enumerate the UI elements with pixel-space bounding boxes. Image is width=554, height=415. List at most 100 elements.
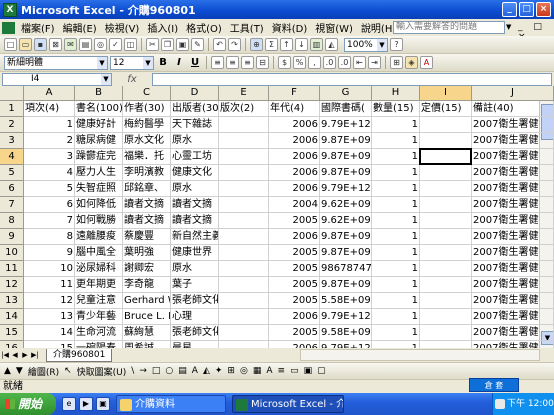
cell-j3[interactable]: 2007衛生署健 [472,133,554,149]
cell-h11[interactable]: 1 [372,261,420,277]
cell-f7[interactable]: 2004 [269,197,320,213]
comma-style-icon[interactable]: , [308,56,321,69]
column-header-h[interactable]: H [372,86,420,101]
cell-a6[interactable]: 5 [24,181,75,197]
help-search-input[interactable]: 輸入需要解答的問題 [393,21,505,34]
cell-c10[interactable]: 葉明強 [123,245,171,261]
worksheet-grid[interactable]: ▲ ▼ ABCDEFGHIJ1項次(4)書名(100)作者(30)出版者(30)… [0,86,554,361]
cell-b8[interactable]: 如何戰勝 [75,213,123,229]
cell-j10[interactable]: 2007衛生署健 [472,245,554,261]
draw-tool-1[interactable]: ▼ [16,366,23,376]
cell-b14[interactable]: 青少年藝 [75,309,123,325]
cell-e15[interactable] [219,325,269,341]
column-header-c[interactable]: C [123,86,171,101]
cell-a7[interactable]: 6 [24,197,75,213]
cell-e13[interactable] [219,293,269,309]
cell-d6[interactable]: 原水 [171,181,219,197]
prev-sheet-icon[interactable]: ◀ [10,351,20,359]
row-header[interactable]: 4 [0,149,24,165]
cell-d1[interactable]: 出版者(30) [171,101,219,117]
cell-h7[interactable]: 1 [372,197,420,213]
increase-indent-icon[interactable]: ⇥ [368,56,381,69]
cut-icon[interactable]: ✂ [146,38,159,51]
cell-e1[interactable]: 版次(2) [219,101,269,117]
align-center-icon[interactable]: ≡ [226,56,239,69]
cell-b5[interactable]: 壓力人生 [75,165,123,181]
taskbar-item-folder[interactable]: 介購資料 [116,395,226,413]
draw-tool-0[interactable]: ▲ [4,366,11,376]
menu-edit[interactable]: 編輯(E) [59,20,101,35]
cell-e10[interactable] [219,245,269,261]
borders-icon[interactable]: ⊞ [390,56,403,69]
cell-b12[interactable]: 更年期更 [75,277,123,293]
column-header-f[interactable]: F [269,86,320,101]
tray-icon[interactable] [495,399,505,409]
formula-input[interactable] [152,72,552,86]
draw-tool-8[interactable]: ○ [165,366,173,376]
name-box[interactable]: I4 ▼ [2,72,112,86]
spelling-icon[interactable]: ✓ [109,38,122,51]
increase-decimal-icon[interactable]: .0 [323,56,336,69]
decrease-indent-icon[interactable]: ⇤ [353,56,366,69]
cell-a13[interactable]: 12 [24,293,75,309]
cell-c12[interactable]: 李奇龍 [123,277,171,293]
cell-f15[interactable]: 2005 [269,325,320,341]
draw-tool-17[interactable]: ≡ [278,366,286,376]
menu-tools[interactable]: 工具(T) [226,20,268,35]
draw-tool-19[interactable]: ▣ [304,366,313,376]
cell-d4[interactable]: 心靈工坊 [171,149,219,165]
cell-a1[interactable]: 項次(4) [24,101,75,117]
cell-f4[interactable]: 2006 [269,149,320,165]
cell-i3[interactable] [420,133,472,149]
cell-c11[interactable]: 謝卿宏 [123,261,171,277]
taskbar-item-excel[interactable]: Microsoft Excel - 介... [232,395,344,413]
cell-c14[interactable]: Bruce L. M [123,309,171,325]
cell-b1[interactable]: 書名(100) [75,101,123,117]
cell-c8[interactable]: 讀者文摘 [123,213,171,229]
cell-g13[interactable]: 5.58E+09 [320,293,372,309]
start-button[interactable]: 開始 [0,393,56,415]
cell-e8[interactable] [219,213,269,229]
cell-j4[interactable]: 2007衛生署健 [472,149,554,165]
cell-e3[interactable] [219,133,269,149]
draw-tool-14[interactable]: ◎ [240,366,248,376]
draw-tool-16[interactable]: A [266,366,272,376]
format-painter-icon[interactable]: ✎ [191,38,204,51]
redo-icon[interactable]: ↷ [228,38,241,51]
cell-a12[interactable]: 11 [24,277,75,293]
menu-view[interactable]: 檢視(V) [101,20,144,35]
chevron-down-icon[interactable]: ▼ [101,73,111,85]
align-left-icon[interactable]: ≡ [211,56,224,69]
zoom-select[interactable]: 100% ▼ [344,37,388,52]
row-header[interactable]: 13 [0,293,24,309]
cell-e2[interactable] [219,117,269,133]
drawing-icon[interactable]: ◭ [325,38,338,51]
cell-a3[interactable]: 2 [24,133,75,149]
cell-i8[interactable] [420,213,472,229]
cell-g6[interactable]: 9.79E+12 [320,181,372,197]
cell-h2[interactable]: 1 [372,117,420,133]
cell-b13[interactable]: 兒童注意 [75,293,123,309]
cell-i7[interactable] [420,197,472,213]
percent-icon[interactable]: % [293,56,306,69]
row-header[interactable]: 1 [0,101,24,117]
cell-j9[interactable]: 2007衛生署健 [472,229,554,245]
sort-ascending-icon[interactable]: ↑ [280,38,293,51]
cell-f6[interactable]: 2006 [269,181,320,197]
row-header[interactable]: 6 [0,181,24,197]
cell-c15[interactable]: 蘇絢慧 [123,325,171,341]
cell-j6[interactable]: 2007衛生署健 [472,181,554,197]
cell-e12[interactable] [219,277,269,293]
cell-j15[interactable]: 2007衛生署健 [472,325,554,341]
cell-d11[interactable]: 原水 [171,261,219,277]
draw-tool-12[interactable]: ✦ [215,366,223,376]
underline-button[interactable]: U [188,57,202,68]
cell-j1[interactable]: 備註(40) [472,101,554,117]
draw-tool-11[interactable]: ◭ [203,366,210,376]
cell-f5[interactable]: 2006 [269,165,320,181]
column-header-e[interactable]: E [219,86,269,101]
autosum-icon[interactable]: Σ [265,38,278,51]
cell-d10[interactable]: 健康世界 [171,245,219,261]
cell-b15[interactable]: 生命河流 [75,325,123,341]
column-header-b[interactable]: B [75,86,123,101]
